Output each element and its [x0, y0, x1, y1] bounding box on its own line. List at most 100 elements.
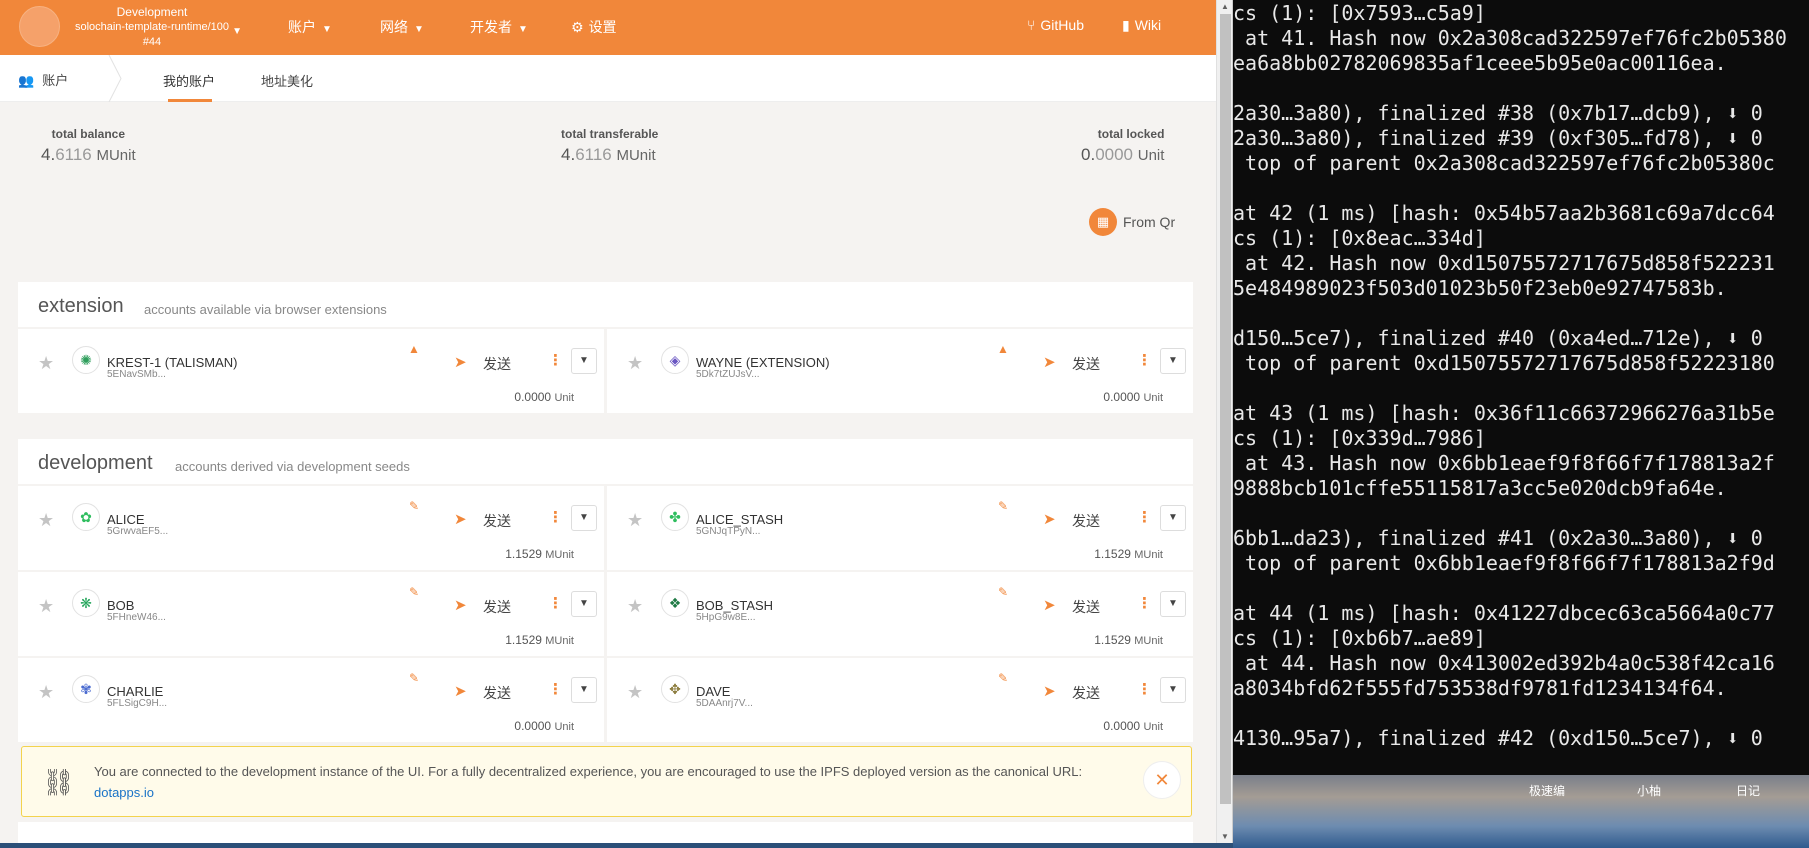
- menu-accounts[interactable]: 账户 ▼: [288, 17, 332, 37]
- scrollbar-thumb[interactable]: [1220, 14, 1231, 804]
- identicon-avatar[interactable]: ❋: [72, 589, 100, 617]
- account-name[interactable]: DAVE: [696, 684, 730, 699]
- account-name[interactable]: KREST-1 (TALISMAN): [107, 355, 238, 370]
- balance-value: 1.1529: [505, 633, 542, 647]
- more-options-icon[interactable]: ⋮: [548, 351, 563, 369]
- expand-dropdown-button[interactable]: ▼: [1160, 677, 1186, 703]
- paper-plane-icon[interactable]: ➤: [454, 682, 467, 700]
- terminal-line: 6bb1…da23), finalized #41 (0x2a30…3a80),…: [1233, 526, 1763, 550]
- paper-plane-icon[interactable]: ➤: [1043, 353, 1056, 371]
- star-icon[interactable]: ★: [627, 682, 643, 703]
- paper-plane-icon[interactable]: ➤: [1043, 682, 1056, 700]
- star-icon[interactable]: ★: [38, 353, 54, 374]
- more-options-icon[interactable]: ⋮: [1137, 351, 1152, 369]
- terminal-line: a8034bfd62f555fd753538df9781fd1234134f64…: [1233, 676, 1727, 700]
- menu-settings[interactable]: ⚙ 设置: [571, 17, 617, 37]
- tab-separator: [108, 55, 122, 102]
- account-address: 5DAAnrj7V...: [696, 698, 753, 709]
- account-address: 5GrwvaEF5...: [107, 526, 169, 537]
- terminal-line: top of parent 0x6bb1eaef9f8f66f7f178813a…: [1233, 551, 1775, 575]
- star-icon[interactable]: ★: [627, 510, 643, 531]
- identicon-avatar[interactable]: ✾: [72, 675, 100, 703]
- send-button[interactable]: 发送: [483, 683, 511, 703]
- more-options-icon[interactable]: ⋮: [548, 508, 563, 526]
- value-decimals: 0000: [1095, 145, 1134, 164]
- star-icon[interactable]: ★: [627, 353, 643, 374]
- more-options-icon[interactable]: ⋮: [548, 594, 563, 612]
- send-button[interactable]: 发送: [1072, 511, 1100, 531]
- balance-value: 0.0000: [1103, 390, 1141, 404]
- send-button[interactable]: 发送: [483, 354, 511, 374]
- paper-plane-icon[interactable]: ➤: [454, 353, 467, 371]
- identicon-avatar[interactable]: ✤: [661, 503, 689, 531]
- star-icon[interactable]: ★: [38, 682, 54, 703]
- account-name[interactable]: BOB_STASH: [696, 598, 773, 613]
- value-unit: MUnit: [96, 147, 136, 164]
- account-name[interactable]: ALICE_STASH: [696, 512, 783, 527]
- tab-my-accounts[interactable]: 我的账户: [163, 71, 215, 90]
- expand-dropdown-button[interactable]: ▼: [1160, 348, 1186, 374]
- wiki-link[interactable]: ▮ Wiki: [1122, 17, 1161, 34]
- menu-network[interactable]: 网络 ▼: [380, 17, 424, 37]
- taskbar-edge: [0, 843, 1233, 848]
- tab-root-label: 账户: [42, 73, 69, 88]
- expand-dropdown-button[interactable]: ▼: [571, 591, 597, 617]
- dotapps-link[interactable]: dotapps.io: [94, 785, 154, 800]
- star-icon[interactable]: ★: [38, 596, 54, 617]
- chain-selector[interactable]: Development solochain-template-runtime/1…: [62, 5, 242, 50]
- more-options-icon[interactable]: ⋮: [548, 680, 563, 698]
- chain-logo[interactable]: [19, 6, 60, 47]
- desktop-shortcut-label[interactable]: 极速编: [1529, 782, 1565, 799]
- identicon-avatar[interactable]: ◈: [661, 346, 689, 374]
- account-name[interactable]: ALICE: [107, 512, 145, 527]
- paper-plane-icon[interactable]: ➤: [454, 510, 467, 528]
- more-options-icon[interactable]: ⋮: [1137, 594, 1152, 612]
- github-link[interactable]: ⑂ GitHub: [1027, 17, 1084, 33]
- scroll-down-icon[interactable]: ▼: [1221, 832, 1229, 841]
- send-button[interactable]: 发送: [483, 597, 511, 617]
- identicon-avatar[interactable]: ❖: [661, 589, 689, 617]
- send-button[interactable]: 发送: [483, 511, 511, 531]
- expand-dropdown-button[interactable]: ▼: [571, 505, 597, 531]
- send-button[interactable]: 发送: [1072, 354, 1100, 374]
- terminal-line: cs (1): [0xb6b7…ae89]: [1233, 626, 1486, 650]
- star-icon[interactable]: ★: [627, 596, 643, 617]
- account-name[interactable]: CHARLIE: [107, 684, 163, 699]
- page-scrollbar[interactable]: ▲ ▼: [1216, 0, 1232, 843]
- account-address: 5GNJqTPyN...: [696, 526, 761, 537]
- send-button[interactable]: 发送: [1072, 683, 1100, 703]
- account-address: 5FLSigC9H...: [107, 698, 168, 709]
- paper-plane-icon[interactable]: ➤: [454, 596, 467, 614]
- menu-developer[interactable]: 开发者 ▼: [470, 17, 528, 37]
- close-icon[interactable]: ✕: [1143, 761, 1181, 799]
- account-name[interactable]: BOB: [107, 598, 134, 613]
- from-qr-button[interactable]: ▦ From Qr: [1089, 207, 1175, 237]
- terminal-window: cs (1): [0x7593…c5a9] at 41. Hash now 0x…: [1233, 0, 1809, 775]
- scroll-up-icon[interactable]: ▲: [1221, 2, 1229, 11]
- expand-dropdown-button[interactable]: ▼: [571, 677, 597, 703]
- terminal-line: 9888bcb101cffe55115817a3cc5e020dcb9fa64e…: [1233, 476, 1727, 500]
- desktop-shortcut-label[interactable]: 小柚: [1637, 782, 1661, 799]
- tab-vanity-address[interactable]: 地址美化: [261, 71, 313, 90]
- account-name[interactable]: WAYNE (EXTENSION): [696, 355, 830, 370]
- star-icon[interactable]: ★: [38, 510, 54, 531]
- more-options-icon[interactable]: ⋮: [1137, 508, 1152, 526]
- expand-dropdown-button[interactable]: ▼: [571, 348, 597, 374]
- identicon-avatar[interactable]: ✿: [72, 503, 100, 531]
- terminal-line: 2a30…3a80), finalized #38 (0x7b17…dcb9),…: [1233, 101, 1763, 125]
- send-button[interactable]: 发送: [1072, 597, 1100, 617]
- paper-plane-icon[interactable]: ➤: [1043, 596, 1056, 614]
- identicon-avatar[interactable]: ✥: [661, 675, 689, 703]
- chevron-down-icon: ▼: [518, 24, 528, 35]
- next-row-peek: [18, 822, 1193, 843]
- identicon-avatar[interactable]: ✺: [72, 346, 100, 374]
- summary-value: 4.6116 MUnit: [41, 145, 136, 165]
- desktop-shortcut-label[interactable]: 日记: [1736, 782, 1760, 799]
- expand-dropdown-button[interactable]: ▼: [1160, 505, 1186, 531]
- summary-value: 0.0000 Unit: [1081, 145, 1164, 165]
- value-integer: 4.: [41, 145, 56, 164]
- expand-dropdown-button[interactable]: ▼: [1160, 591, 1186, 617]
- summary-label: total balance: [51, 127, 125, 141]
- more-options-icon[interactable]: ⋮: [1137, 680, 1152, 698]
- paper-plane-icon[interactable]: ➤: [1043, 510, 1056, 528]
